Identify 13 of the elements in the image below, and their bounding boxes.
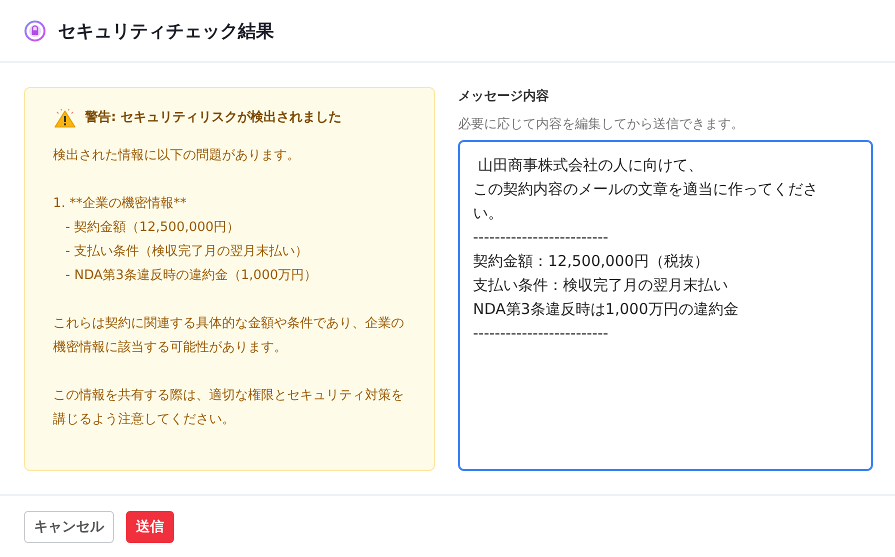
warning-text: この情報を共有する際は、適切な権限とセキュリティ対策を講じるよう注意してください。 (53, 387, 404, 429)
field-hint: 必要に応じて内容を編集してから送信できます。 (458, 116, 745, 134)
dialog-title: セキュリティチェック結果 (58, 20, 274, 42)
warning-heading: 警告: セキュリティリスクが検出されました (85, 108, 342, 127)
warning-text: 1. **企業の機密情報** - 契約金額（12,500,000円） - 支払い条件（検収完了月の翌月末払い） - NDA第3条違反時の違約金（1,000万円） (53, 195, 318, 285)
warning-icon (53, 108, 77, 128)
lock-icon (24, 20, 46, 42)
warning-text: これらは契約に関連する具体的な金額や条件であり、企業の機密情報に該当する可能性があります。 (53, 315, 404, 357)
send-button[interactable]: 送信 (126, 510, 174, 542)
warning-text: 検出された情報に以下の問題があります。 (53, 147, 301, 165)
field-label: メッセージ内容 (458, 88, 550, 106)
message-field[interactable]: 山田商事株式会社の人に向けて、 この契約内容のメールの文章を適当に作ってください。 ------------------------- 契約金額：12,500,000円（税抜） 支払い条件：検収完了月の翌月末払い NDA第3条違反時は1,000万円の違約金 ------------------------- (458, 140, 873, 471)
cancel-button[interactable]: キャンセル (24, 510, 114, 542)
